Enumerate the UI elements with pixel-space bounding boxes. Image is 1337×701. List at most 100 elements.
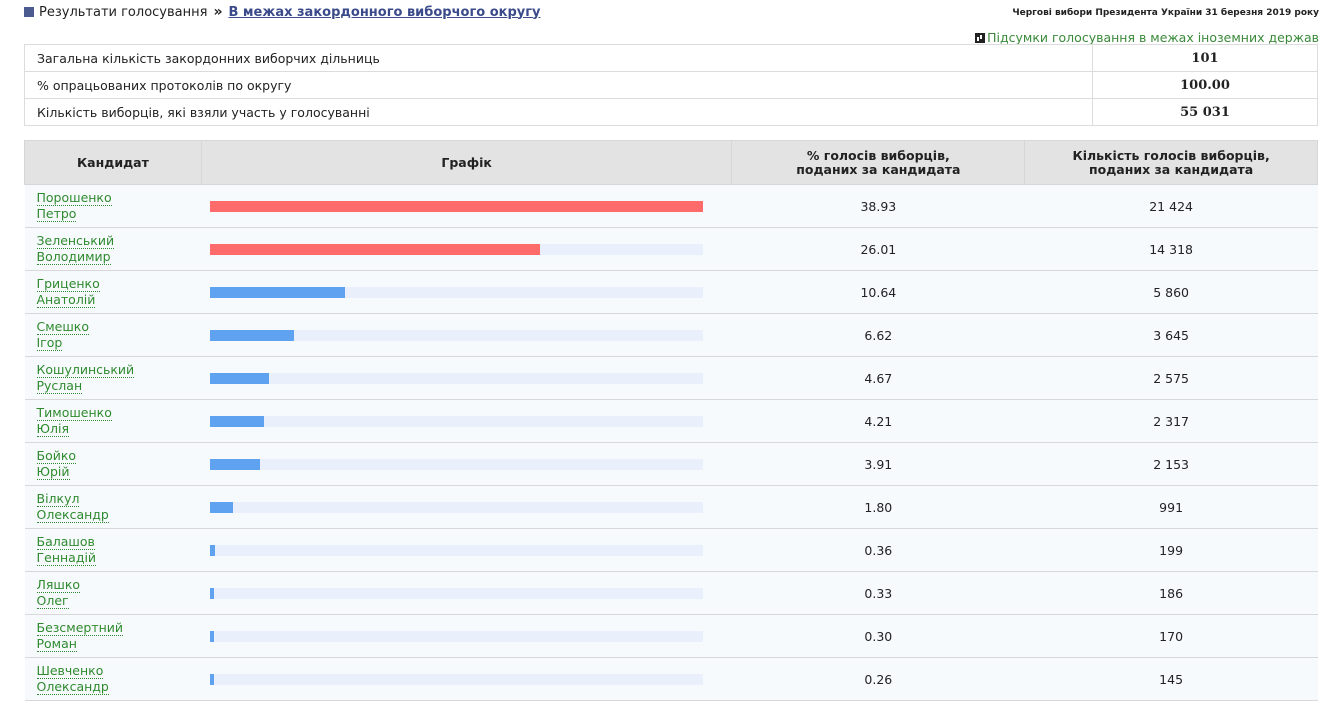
stats-row: Кількість виборців, які взяли участь у г… <box>24 98 1318 126</box>
vote-bar-fill <box>210 329 295 341</box>
vote-bar-track <box>210 587 704 599</box>
candidate-surname-link[interactable]: Безсмертний <box>36 621 124 636</box>
candidate-percent: 0.33 <box>731 571 1025 615</box>
candidate-firstname-link[interactable]: Роман <box>36 637 77 652</box>
candidate-name-cell: Зеленський Володимир <box>24 227 202 271</box>
candidate-firstname-link[interactable]: Володимир <box>36 250 111 265</box>
vote-bar-track <box>210 200 704 212</box>
candidate-firstname-link[interactable]: Юрій <box>36 465 70 480</box>
candidate-surname-link[interactable]: Зеленський <box>36 234 115 249</box>
candidate-votes: 2 153 <box>1024 442 1318 486</box>
candidate-name-cell: Смешко Ігор <box>24 313 202 357</box>
stats-row: % опрацьованих протоколів по округу 100.… <box>24 71 1318 99</box>
candidate-votes: 2 317 <box>1024 399 1318 443</box>
breadcrumb-root: Результати голосування <box>39 4 208 20</box>
candidate-votes: 186 <box>1024 571 1318 615</box>
candidate-row: Кошулинський Руслан 4.67 2 575 <box>24 356 1318 400</box>
stats-table: Загальна кількість закордонних виборчих … <box>24 44 1318 126</box>
candidate-name-cell: Порошенко Петро <box>24 184 202 228</box>
candidate-votes: 3 645 <box>1024 313 1318 357</box>
candidate-firstname-link[interactable]: Руслан <box>36 379 83 394</box>
candidate-percent: 26.01 <box>731 227 1025 271</box>
candidate-name-cell: Бойко Юрій <box>24 442 202 486</box>
candidate-firstname-link[interactable]: Олег <box>36 594 69 609</box>
candidate-surname-link[interactable]: Смешко <box>36 320 89 335</box>
stats-value: 100.00 <box>1092 71 1318 99</box>
candidate-name-cell: Кошулинський Руслан <box>24 356 202 400</box>
candidate-name-cell: Безсмертний Роман <box>24 614 202 658</box>
vote-bar-fill <box>210 415 264 427</box>
candidate-firstname-link[interactable]: Ігор <box>36 336 63 351</box>
candidate-surname-link[interactable]: Гриценко <box>36 277 100 292</box>
candidate-name-cell: Тимошенко Юлія <box>24 399 202 443</box>
candidate-surname-link[interactable]: Порошенко <box>36 191 112 206</box>
candidate-name-cell: Шевченко Олександр <box>24 657 202 701</box>
candidate-graph-cell <box>201 442 732 486</box>
candidate-firstname-link[interactable]: Геннадій <box>36 551 97 566</box>
candidate-percent: 3.91 <box>731 442 1025 486</box>
candidate-row: Безсмертний Роман 0.30 170 <box>24 614 1318 658</box>
vote-bar-fill <box>210 286 346 298</box>
candidate-graph-cell <box>201 614 732 658</box>
candidate-name-cell: Вілкул Олександр <box>24 485 202 529</box>
results-table: Кандидат Графік % голосів виборців, пода… <box>24 140 1318 701</box>
candidate-surname-link[interactable]: Бойко <box>36 449 77 464</box>
square-bullet-icon <box>24 7 34 17</box>
candidate-graph-cell <box>201 356 732 400</box>
candidate-percent: 0.26 <box>731 657 1025 701</box>
breadcrumb-current-link[interactable]: В межах закордонного виборчого округу <box>229 5 541 20</box>
candidate-percent: 0.36 <box>731 528 1025 572</box>
summary-link-label: Підсумки голосування в межах іноземних д… <box>987 30 1319 45</box>
candidate-votes: 991 <box>1024 485 1318 529</box>
candidate-votes: 170 <box>1024 614 1318 658</box>
vote-bar-track <box>210 329 704 341</box>
candidate-percent: 4.21 <box>731 399 1025 443</box>
candidate-name-cell: Балашов Геннадій <box>24 528 202 572</box>
candidate-surname-link[interactable]: Вілкул <box>36 492 80 507</box>
candidate-surname-link[interactable]: Кошулинський <box>36 363 135 378</box>
vote-bar-fill <box>210 372 270 384</box>
candidate-surname-link[interactable]: Шевченко <box>36 664 104 679</box>
stats-label: Кількість виборців, які взяли участь у г… <box>24 98 1093 126</box>
vote-bar-fill <box>210 630 215 642</box>
candidate-row: Бойко Юрій 3.91 2 153 <box>24 442 1318 486</box>
vote-bar-track <box>210 458 704 470</box>
vote-bar-fill <box>210 673 215 685</box>
candidate-percent: 1.80 <box>731 485 1025 529</box>
candidate-row: Балашов Геннадій 0.36 199 <box>24 528 1318 572</box>
candidate-surname-link[interactable]: Ляшко <box>36 578 81 593</box>
candidate-row: Шевченко Олександр 0.26 145 <box>24 657 1318 701</box>
header-count-line1: Кількість голосів виборців, <box>1072 147 1270 163</box>
candidate-graph-cell <box>201 528 732 572</box>
candidate-firstname-link[interactable]: Олександр <box>36 508 109 523</box>
candidate-graph-cell <box>201 485 732 529</box>
candidate-firstname-link[interactable]: Петро <box>36 207 77 222</box>
candidate-percent: 6.62 <box>731 313 1025 357</box>
candidate-firstname-link[interactable]: Олександр <box>36 680 109 695</box>
candidate-row: Ляшко Олег 0.33 186 <box>24 571 1318 615</box>
vote-bar-fill <box>210 243 540 255</box>
summary-foreign-link[interactable]: Підсумки голосування в межах іноземних д… <box>975 30 1319 45</box>
candidate-row: Зеленський Володимир 26.01 14 318 <box>24 227 1318 271</box>
vote-bar-track <box>210 243 704 255</box>
candidate-votes: 2 575 <box>1024 356 1318 400</box>
breadcrumb: Результати голосування » В межах закордо… <box>24 4 541 20</box>
vote-bar-fill <box>210 200 704 212</box>
candidate-firstname-link[interactable]: Анатолій <box>36 293 96 308</box>
candidate-firstname-link[interactable]: Юлія <box>36 422 69 437</box>
candidate-votes: 145 <box>1024 657 1318 701</box>
vote-bar-track <box>210 286 704 298</box>
vote-bar-track <box>210 630 704 642</box>
candidate-graph-cell <box>201 313 732 357</box>
header-percent-line1: % голосів виборців, <box>806 147 950 163</box>
breadcrumb-separator: » <box>213 4 223 20</box>
candidate-percent: 0.30 <box>731 614 1025 658</box>
candidate-percent: 38.93 <box>731 184 1025 228</box>
candidate-surname-link[interactable]: Балашов <box>36 535 95 550</box>
candidate-surname-link[interactable]: Тимошенко <box>36 406 112 421</box>
vote-bar-track <box>210 544 704 556</box>
header-count-line2: поданих за кандидата <box>1088 161 1254 177</box>
candidate-graph-cell <box>201 227 732 271</box>
candidate-graph-cell <box>201 571 732 615</box>
candidate-row: Тимошенко Юлія 4.21 2 317 <box>24 399 1318 443</box>
